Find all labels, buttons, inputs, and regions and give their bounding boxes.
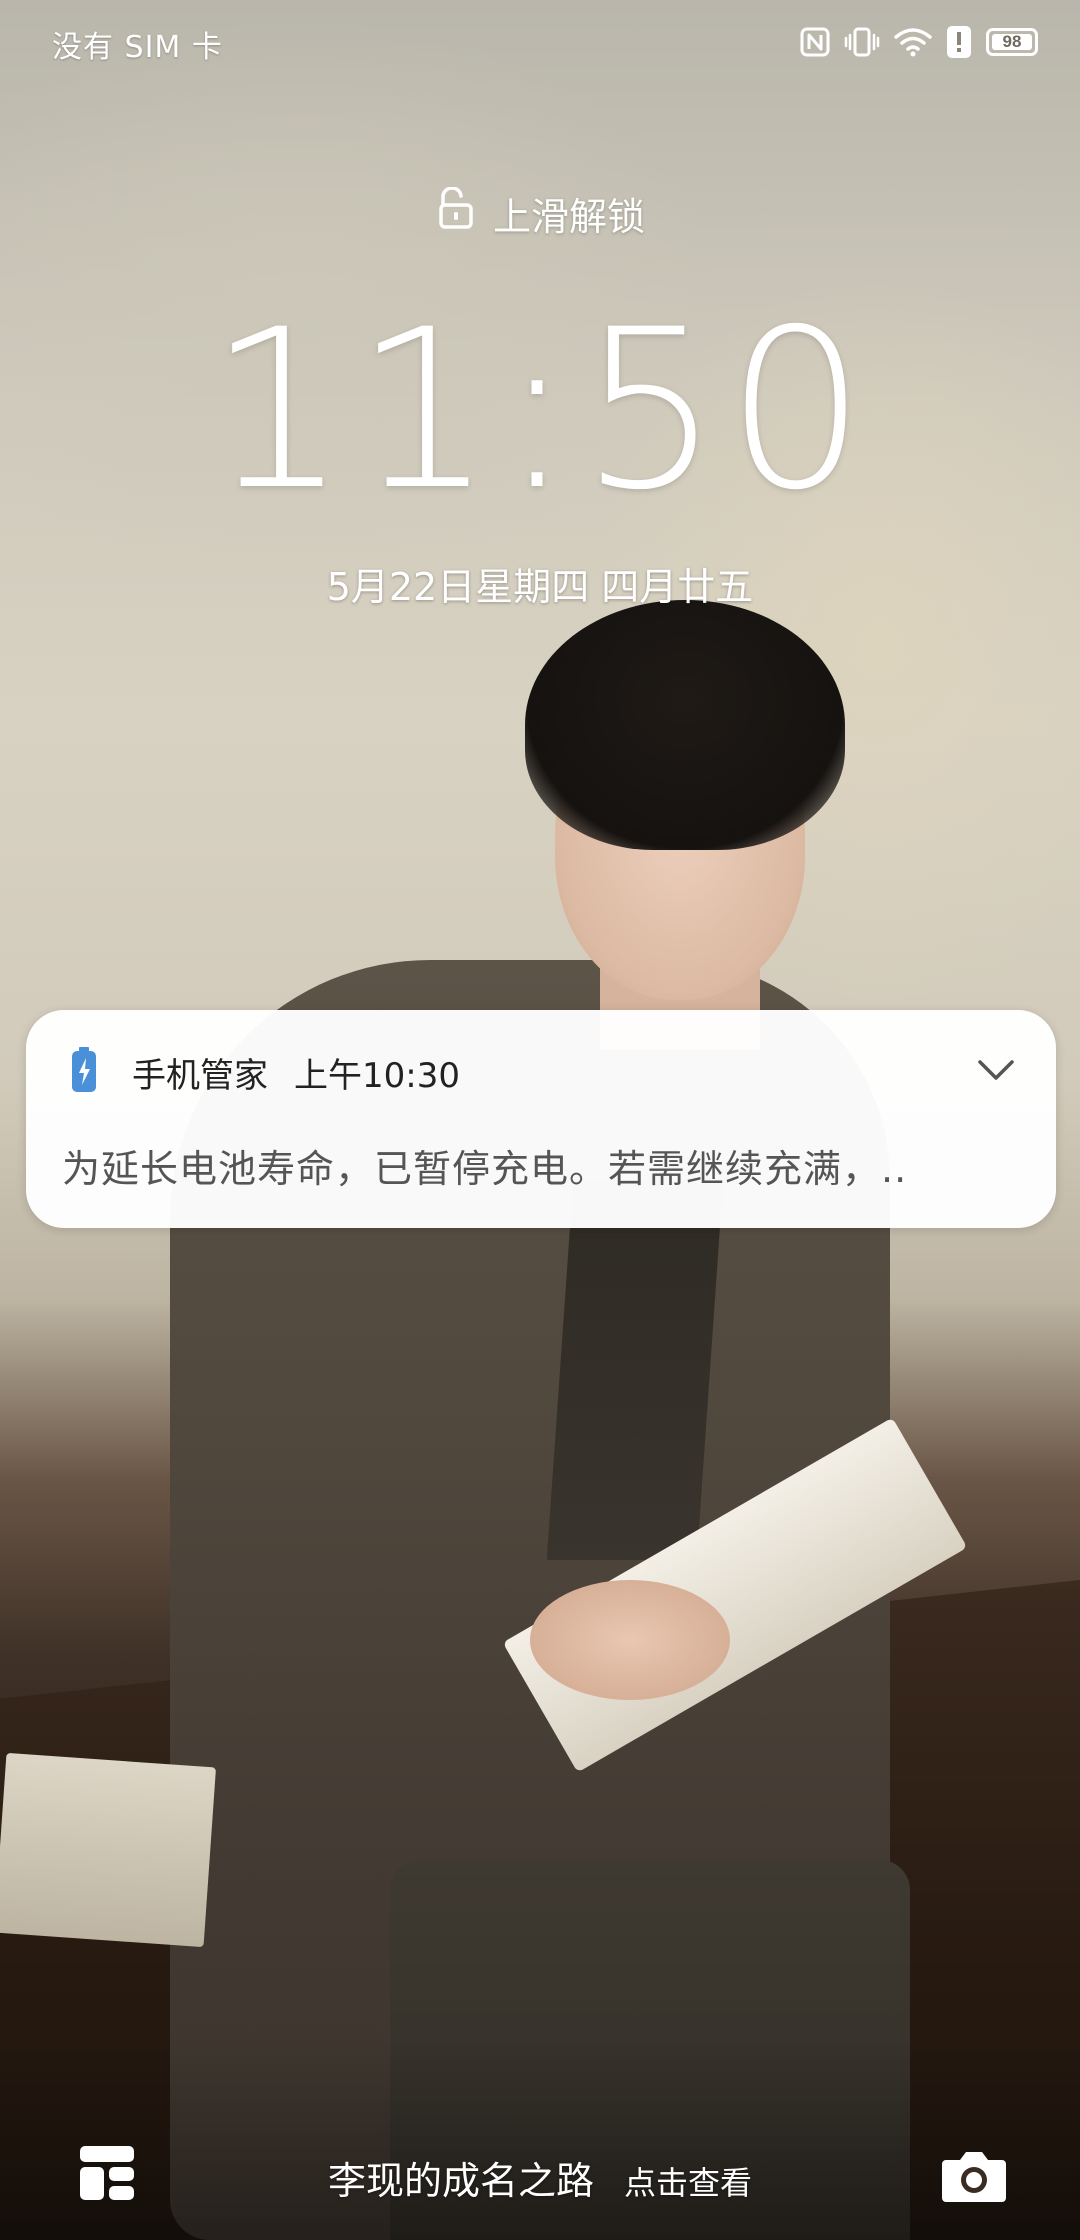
notification-header: 手机管家 上午10:30: [132, 1048, 460, 1097]
camera-icon[interactable]: [940, 2148, 1008, 2204]
battery-icon: 98: [986, 28, 1038, 56]
alert-icon: [946, 25, 972, 59]
magazine-title[interactable]: 李现的成名之路: [328, 2150, 594, 2205]
carrier-label: 没有 SIM 卡: [52, 30, 223, 65]
nfc-icon: [800, 27, 830, 57]
lock-clock: 11:50: [207, 282, 872, 538]
magazine-action[interactable]: 点击查看: [624, 2158, 752, 2204]
magazine-link[interactable]: 李现的成名之路 点击查看: [0, 2150, 1080, 2205]
bottom-bar: 李现的成名之路 点击查看: [0, 2130, 1080, 2230]
unlock-icon: [435, 186, 475, 240]
notification-card[interactable]: 手机管家 上午10:30 为延长电池寿命，已暂停充电。若需继续充满，..: [26, 1010, 1056, 1228]
notification-body: 为延长电池寿命，已暂停充电。若需继续充满，..: [62, 1147, 908, 1191]
lock-screen[interactable]: 没有 SIM 卡 98 上滑解锁 11:50 5月22日星期四 四月廿五 手机管…: [0, 0, 1080, 2240]
notification-app-name: 手机管家: [132, 1056, 268, 1096]
wifi-icon: [894, 27, 932, 57]
chevron-down-icon[interactable]: [974, 1048, 1018, 1092]
battery-manager-icon: [70, 1046, 98, 1094]
status-icons: 98: [800, 20, 1038, 64]
unlock-hint-label: 上滑解锁: [492, 195, 645, 239]
unlock-hint[interactable]: 上滑解锁: [0, 186, 1080, 241]
lock-date: 5月22日星期四 四月廿五: [326, 565, 754, 609]
status-bar: 没有 SIM 卡 98: [0, 0, 1080, 84]
vibrate-icon: [844, 26, 880, 58]
battery-level: 98: [1002, 32, 1022, 51]
notification-time: 上午10:30: [294, 1056, 460, 1096]
